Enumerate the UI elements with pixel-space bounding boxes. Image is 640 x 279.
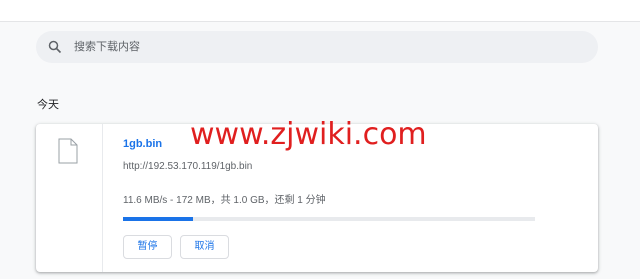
pause-button[interactable]: 暂停 bbox=[123, 235, 172, 259]
progress-fill bbox=[123, 217, 194, 221]
download-filename-link[interactable]: 1gb.bin bbox=[123, 138, 162, 150]
cancel-button[interactable]: 取消 bbox=[180, 235, 229, 259]
download-icon-area bbox=[36, 124, 103, 272]
download-progress-bar bbox=[123, 217, 535, 221]
download-url: http://192.53.170.119/1gb.bin bbox=[123, 161, 253, 172]
download-status: 11.6 MB/s - 172 MB，共 1.0 GB，还剩 1 分钟 bbox=[123, 195, 326, 206]
file-icon bbox=[58, 138, 78, 164]
search-icon bbox=[48, 40, 62, 54]
watermark-text: www.zjwiki.com bbox=[190, 117, 427, 152]
search-input[interactable]: 搜索下载内容 bbox=[74, 40, 140, 54]
top-bar bbox=[0, 0, 640, 22]
section-title-today: 今天 bbox=[37, 99, 59, 111]
search-bar[interactable]: 搜索下载内容 bbox=[36, 31, 598, 63]
